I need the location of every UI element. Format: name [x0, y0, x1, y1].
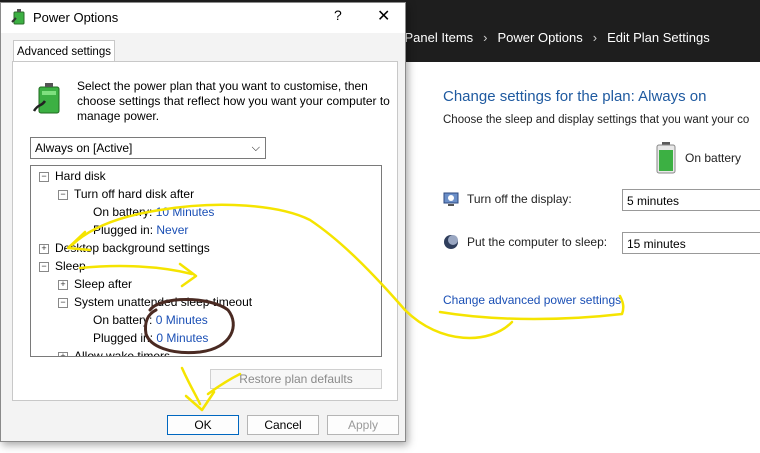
collapse-icon[interactable]: −	[39, 171, 49, 182]
breadcrumb-power-options[interactable]: Power Options	[498, 30, 583, 45]
hd-battery-value[interactable]: 10 Minutes	[156, 205, 215, 219]
tree-setting-hd-plugged[interactable]: Plugged in: Never	[93, 221, 188, 239]
tree-node-hard-disk[interactable]: − Hard disk	[39, 167, 106, 185]
moon-icon	[444, 235, 458, 249]
dialog-title: Power Options	[33, 10, 119, 25]
display-timeout-select[interactable]: 5 minutes	[622, 189, 760, 211]
power-plan-selected: Always on [Active]	[35, 141, 133, 155]
tree-setting-hd-battery[interactable]: On battery: 10 Minutes	[93, 203, 214, 221]
breadcrumb-control-panel-items[interactable]: l Panel Items	[398, 30, 473, 45]
advanced-settings-link[interactable]: Change advanced power settings	[443, 293, 621, 307]
restore-defaults-button[interactable]: Restore plan defaults	[210, 369, 382, 389]
display-label: Turn off the display:	[467, 192, 572, 206]
collapse-icon[interactable]: −	[39, 261, 49, 272]
on-battery-header: On battery	[655, 142, 741, 174]
dialog-titlebar: Power Options ? ✕	[1, 3, 405, 33]
apply-button[interactable]: Apply	[327, 415, 399, 435]
tree-node-sleep-after[interactable]: + Sleep after	[58, 275, 132, 293]
breadcrumb-separator-icon: ›	[483, 30, 488, 45]
power-options-icon	[11, 9, 25, 25]
chevron-down-icon: ⌵	[251, 142, 260, 154]
tree-node-sleep[interactable]: − Sleep	[39, 257, 86, 275]
display-row: Turn off the display:	[443, 191, 572, 207]
hd-plugged-value[interactable]: Never	[156, 223, 188, 237]
breadcrumb-edit-plan-settings[interactable]: Edit Plan Settings	[607, 30, 710, 45]
close-button[interactable]: ✕	[377, 6, 390, 26]
power-plan-icon	[32, 83, 60, 114]
tree-node-allow-wake[interactable]: + Allow wake timers	[58, 347, 170, 356]
sleep-row: Put the computer to sleep:	[443, 234, 607, 250]
power-options-dialog: Power Options ? ✕ Advanced settings Sele…	[0, 2, 406, 442]
dialog-description: Select the power plan that you want to c…	[77, 79, 390, 123]
collapse-icon[interactable]: −	[58, 297, 68, 308]
tree-setting-su-plugged[interactable]: Plugged in: 0 Minutes	[93, 329, 208, 347]
sleep-timeout-select[interactable]: 15 minutes	[622, 232, 760, 254]
expand-icon[interactable]: +	[39, 243, 49, 254]
on-battery-label: On battery	[685, 151, 742, 165]
tree-setting-su-battery[interactable]: On battery: 0 Minutes	[93, 311, 208, 329]
cancel-button[interactable]: Cancel	[247, 415, 319, 435]
selected-tree-item[interactable]: System unattended sleep timeout	[74, 295, 252, 309]
sleep-label: Put the computer to sleep:	[467, 235, 608, 249]
ok-button[interactable]: OK	[167, 415, 239, 435]
su-battery-value[interactable]: 0 Minutes	[156, 313, 208, 327]
settings-tree[interactable]: − Hard disk − Turn off hard disk after On …	[30, 165, 382, 357]
expand-icon[interactable]: +	[58, 279, 68, 290]
tree-node-desktop-background[interactable]: + Desktop background settings	[39, 239, 210, 257]
breadcrumb-separator-icon: ›	[592, 30, 598, 45]
expand-icon[interactable]: +	[58, 351, 68, 356]
power-plan-select[interactable]: Always on [Active] ⌵	[30, 137, 266, 159]
tab-advanced-settings[interactable]: Advanced settings	[13, 40, 115, 62]
display-icon	[443, 192, 459, 206]
breadcrumb: l Panel Items › Power Options › Edit Pla…	[398, 30, 710, 45]
page-subtitle: Choose the sleep and display settings th…	[443, 114, 750, 126]
help-button[interactable]: ?	[334, 7, 342, 23]
tree-node-system-unattended[interactable]: − System unattended sleep timeout	[58, 293, 252, 311]
collapse-icon[interactable]: −	[58, 189, 68, 200]
page-title: Change settings for the plan: Always on	[443, 88, 707, 105]
battery-icon	[656, 142, 676, 174]
su-plugged-value[interactable]: 0 Minutes	[156, 331, 208, 345]
tree-node-turn-off-hard-disk[interactable]: − Turn off hard disk after	[58, 185, 194, 203]
